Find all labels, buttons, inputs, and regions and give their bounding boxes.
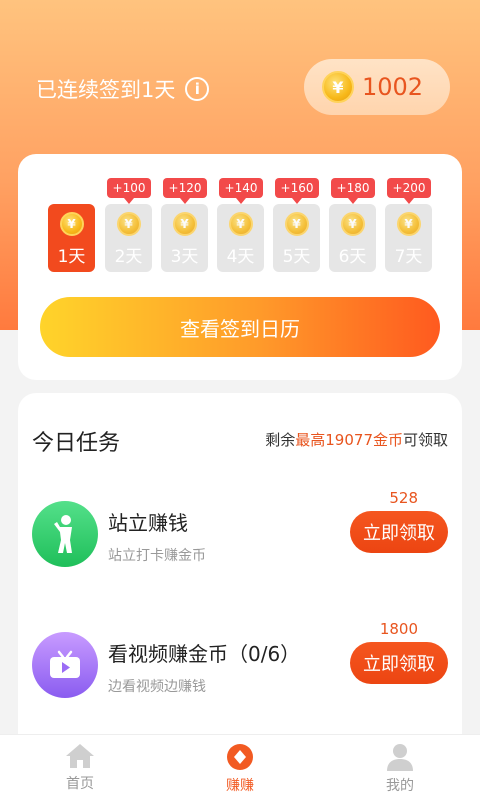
- task-reward: 1800: [379, 620, 418, 638]
- bonus-badge: +120: [163, 178, 207, 204]
- day-label: 2天: [114, 247, 143, 267]
- coin-balance-pill[interactable]: ¥ 1002: [304, 59, 450, 115]
- day-label: 4天: [226, 247, 255, 267]
- day-label: 6天: [338, 247, 367, 267]
- streak-text: 已连续签到1天: [36, 78, 176, 102]
- view-calendar-button[interactable]: 查看签到日历: [40, 297, 440, 357]
- info-icon[interactable]: i: [185, 77, 210, 101]
- checkin-day-7[interactable]: ¥ 7天: [385, 204, 432, 272]
- task-item-video: 看视频赚金币（0/6） 边看视频边赚钱 1800 立即领取: [18, 620, 462, 710]
- checkin-day-4[interactable]: ¥ 4天: [217, 204, 264, 272]
- day-label: 1天: [57, 247, 86, 267]
- coin-icon: ¥: [59, 212, 84, 236]
- tab-earn[interactable]: 赚赚: [160, 735, 320, 800]
- tv-play-icon: [32, 632, 98, 698]
- day-label: 7天: [394, 247, 423, 267]
- tab-label: 我的: [386, 778, 414, 794]
- remaining-suffix: 可领取: [402, 431, 448, 449]
- checkin-card: ¥ 1天 +100 ¥ 2天 +120 ¥ 3天 +140 ¥ 4天 +160 …: [18, 154, 462, 380]
- task-title: 看视频赚金币（0/6）: [108, 642, 301, 666]
- task-reward: 528: [389, 489, 418, 507]
- tab-label: 首页: [66, 776, 94, 792]
- coin-icon: ¥: [284, 212, 309, 236]
- checkin-streak: 已连续签到1天 i: [36, 74, 210, 104]
- checkin-day-1[interactable]: ¥ 1天: [48, 204, 95, 272]
- day-label: 5天: [282, 247, 311, 267]
- earn-icon: [227, 744, 253, 770]
- bonus-badge: +160: [275, 178, 319, 204]
- bonus-badge: +180: [331, 178, 375, 204]
- profile-icon: [387, 744, 413, 771]
- coin-icon: ¥: [396, 212, 421, 236]
- task-item-standing: 站立赚钱 站立打卡赚金币 528 立即领取: [18, 489, 462, 579]
- standing-person-icon: [32, 501, 98, 567]
- coin-balance: 1002: [362, 73, 424, 101]
- remaining-prefix: 剩余: [265, 431, 296, 449]
- checkin-day-6[interactable]: ¥ 6天: [329, 204, 376, 272]
- checkin-day-5[interactable]: ¥ 5天: [273, 204, 320, 272]
- coin-icon: ¥: [228, 212, 253, 236]
- tab-label: 赚赚: [226, 778, 254, 794]
- coin-icon: ¥: [172, 212, 197, 236]
- tasks-remaining: 剩余最高19077金币可领取: [265, 429, 448, 450]
- home-icon: [66, 744, 94, 768]
- remaining-highlight: 最高19077金币: [295, 431, 403, 449]
- bonus-badge: +200: [387, 178, 431, 204]
- checkin-days: ¥ 1天 +100 ¥ 2天 +120 ¥ 3天 +140 ¥ 4天 +160 …: [48, 178, 432, 274]
- bonus-badge: +100: [107, 178, 151, 204]
- bonus-badge: +140: [219, 178, 263, 204]
- checkin-day-2[interactable]: ¥ 2天: [105, 204, 152, 272]
- day-label: 3天: [170, 247, 199, 267]
- tasks-title: 今日任务: [32, 431, 121, 456]
- claim-button[interactable]: 立即领取: [350, 511, 448, 553]
- coin-icon: ¥: [116, 212, 141, 236]
- tab-profile[interactable]: 我的: [320, 735, 480, 800]
- task-subtitle: 边看视频边赚钱: [108, 679, 206, 695]
- checkin-day-3[interactable]: ¥ 3天: [161, 204, 208, 272]
- task-subtitle: 站立打卡赚金币: [108, 548, 206, 564]
- task-title: 站立赚钱: [108, 511, 188, 535]
- coin-icon: ¥: [322, 71, 354, 103]
- coin-icon: ¥: [340, 212, 365, 236]
- bottom-tab-bar: 首页 赚赚 我的: [0, 734, 480, 800]
- tab-home[interactable]: 首页: [0, 735, 160, 800]
- claim-button[interactable]: 立即领取: [350, 642, 448, 684]
